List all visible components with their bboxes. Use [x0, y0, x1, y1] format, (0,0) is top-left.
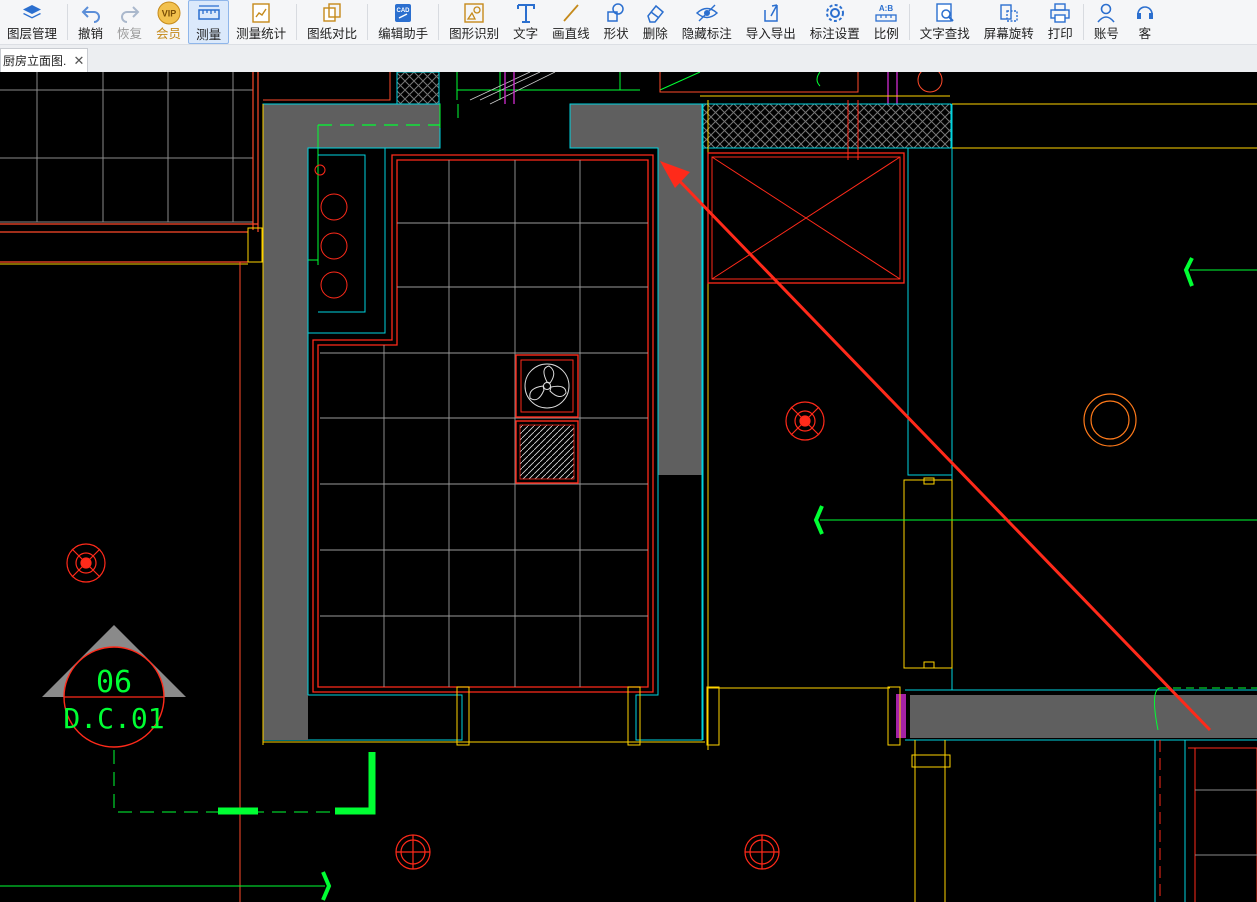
delete-label: 删除	[642, 27, 668, 41]
edit-assistant-icon: CAD	[391, 1, 415, 25]
compare-label: 图纸对比	[307, 27, 358, 41]
layers-icon	[20, 1, 44, 25]
shape-icon	[604, 1, 628, 25]
hatched-panel-fill	[519, 424, 575, 480]
svg-text:VIP: VIP	[161, 9, 176, 19]
text-icon	[514, 1, 538, 25]
eraser-icon	[643, 1, 667, 25]
compare-button[interactable]: 图纸对比	[300, 0, 364, 44]
text-search-icon	[933, 1, 957, 25]
spot-light	[744, 834, 780, 870]
toolbar-divider	[438, 4, 440, 40]
cad-drawing: 06 D.C.01	[0, 72, 1257, 902]
measure-button[interactable]: 测量	[188, 0, 230, 44]
tab-kitchen-elevation[interactable]: 厨房立面图. ✕	[0, 48, 88, 72]
wall-fill-lower-right	[910, 695, 1257, 738]
document-tab-bar: 厨房立面图. ✕	[0, 45, 1257, 73]
section-sheet: D.C.01	[63, 702, 164, 735]
layers-button[interactable]: 图层管理	[0, 0, 64, 44]
import-export-button[interactable]: 导入导出	[739, 0, 803, 44]
annotation-settings-button[interactable]: 标注设置	[803, 0, 867, 44]
measure-stats-icon	[249, 1, 273, 25]
compare-icon	[320, 1, 344, 25]
toolbar-divider	[367, 4, 369, 40]
hide-annotations-button[interactable]: 隐藏标注	[675, 0, 739, 44]
vip-label: 会员	[156, 27, 182, 41]
spot-light	[395, 834, 431, 870]
toolbar-divider	[908, 4, 910, 40]
print-label: 打印	[1047, 27, 1073, 41]
close-tab-icon[interactable]: ✕	[71, 53, 87, 69]
redo-button[interactable]: 恢复	[110, 0, 149, 44]
measure-stats-button[interactable]: 测量统计	[229, 0, 293, 44]
undo-icon	[79, 1, 103, 25]
print-icon	[1048, 1, 1072, 25]
scale-button[interactable]: A:B 比例	[867, 0, 906, 44]
svg-text:CAD: CAD	[397, 8, 411, 14]
main-toolbar: 图层管理 撤销 恢复 VIP 会员 测量 测量统计 图纸对比 CAD 编辑助手 …	[0, 0, 1257, 45]
settings-icon	[823, 1, 847, 25]
undo-button[interactable]: 撤销	[71, 0, 110, 44]
text-search-label: 文字查找	[919, 27, 970, 41]
shape-recognition-icon	[462, 1, 486, 25]
line-label: 画直线	[552, 27, 590, 41]
vip-button[interactable]: VIP 会员	[149, 0, 188, 44]
account-button[interactable]: 账号	[1087, 0, 1126, 44]
cad-drawing-canvas[interactable]: 06 D.C.01	[0, 72, 1257, 902]
magenta-block	[896, 694, 906, 738]
hatch-block-top	[396, 72, 440, 105]
screen-rotate-button[interactable]: 屏幕旋转	[977, 0, 1041, 44]
redo-icon	[118, 1, 142, 25]
import-export-icon	[759, 1, 783, 25]
ruler-icon	[197, 2, 221, 26]
svg-text:A:B: A:B	[879, 4, 893, 13]
shape-recognition-label: 图形识别	[449, 27, 500, 41]
tab-title: 厨房立面图.	[3, 54, 67, 68]
service-icon	[1133, 1, 1157, 25]
vip-icon: VIP	[157, 1, 181, 25]
scale-icon: A:B	[874, 1, 898, 25]
shape-button[interactable]: 形状	[597, 0, 636, 44]
toolbar-divider	[67, 4, 69, 40]
import-export-label: 导入导出	[745, 27, 796, 41]
text-search-button[interactable]: 文字查找	[913, 0, 977, 44]
account-icon	[1094, 1, 1118, 25]
eye-icon	[695, 1, 719, 25]
service-button[interactable]: 客	[1126, 0, 1157, 44]
screen-rotate-label: 屏幕旋转	[983, 27, 1034, 41]
edit-assistant-label: 编辑助手	[378, 27, 429, 41]
wall-fill-bottom	[263, 695, 308, 740]
measure-label: 测量	[196, 28, 222, 42]
section-number: 06	[96, 665, 132, 700]
edit-assistant-button[interactable]: CAD 编辑助手	[371, 0, 435, 44]
hatch-block-right	[702, 103, 952, 149]
line-icon	[559, 1, 583, 25]
print-button[interactable]: 打印	[1041, 0, 1080, 44]
scale-label: 比例	[873, 27, 899, 41]
delete-button[interactable]: 删除	[636, 0, 675, 44]
redo-label: 恢复	[117, 27, 143, 41]
line-button[interactable]: 画直线	[545, 0, 597, 44]
text-label: 文字	[513, 27, 539, 41]
shape-recognition-button[interactable]: 图形识别	[442, 0, 506, 44]
text-button[interactable]: 文字	[506, 0, 545, 44]
shape-label: 形状	[603, 27, 629, 41]
toolbar-divider	[1082, 4, 1084, 40]
toolbar-divider	[296, 4, 298, 40]
measure-stats-label: 测量统计	[236, 27, 287, 41]
layers-label: 图层管理	[7, 27, 58, 41]
rotate-icon	[997, 1, 1021, 25]
service-label: 客	[1138, 27, 1152, 41]
hide-annotations-label: 隐藏标注	[681, 27, 732, 41]
account-label: 账号	[1093, 27, 1119, 41]
fan-icon	[524, 363, 570, 409]
undo-label: 撤销	[78, 27, 104, 41]
annotation-settings-label: 标注设置	[809, 27, 860, 41]
